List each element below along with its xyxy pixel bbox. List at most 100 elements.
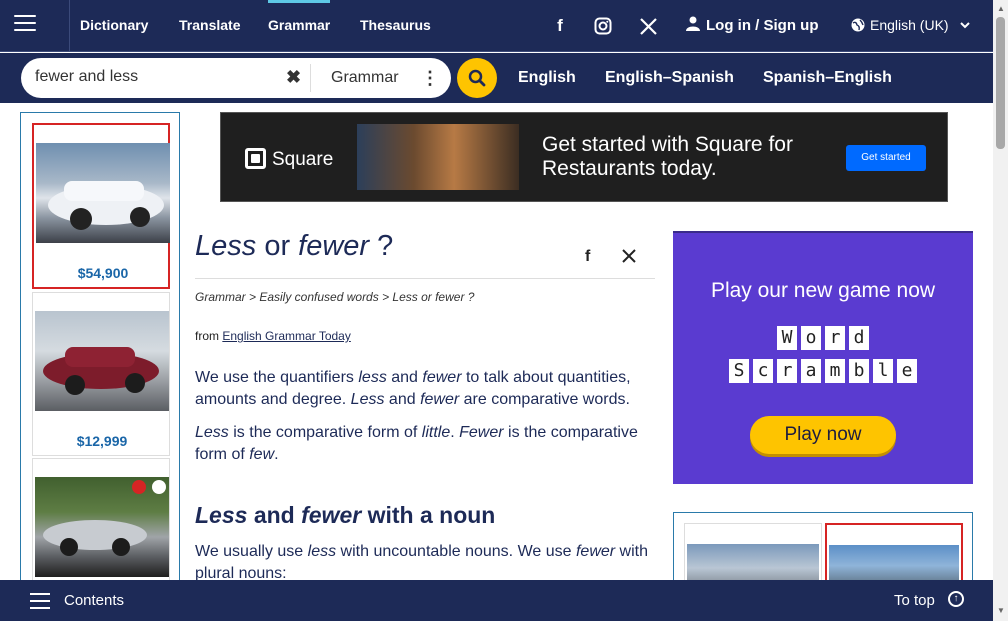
title-divider: [195, 278, 655, 279]
user-icon: [686, 16, 700, 31]
term-fewer: fewer: [301, 502, 362, 528]
car-listing[interactable]: [32, 458, 170, 582]
nav-dictionary[interactable]: Dictionary: [80, 17, 148, 33]
source-line: from English Grammar Today: [195, 329, 351, 343]
play-now-button[interactable]: Play now: [750, 416, 896, 454]
chevron-down-icon: [960, 22, 971, 29]
source-link[interactable]: English Grammar Today: [222, 329, 351, 343]
tab-english[interactable]: English: [518, 69, 576, 87]
car-listing[interactable]: $12,999: [32, 292, 170, 456]
active-nav-indicator: [268, 0, 330, 3]
term-few: few: [249, 446, 275, 463]
text: are comparative words.: [459, 391, 630, 408]
search-divider: [310, 64, 311, 92]
text: .: [450, 424, 460, 441]
clear-search-icon[interactable]: ✖: [286, 67, 301, 88]
tiles-word: Word: [673, 326, 973, 350]
scroll-up-icon[interactable]: ▲: [997, 4, 1005, 13]
text: We usually use: [195, 543, 308, 560]
text: and: [386, 369, 423, 386]
from-prefix: from: [195, 329, 223, 343]
to-top-button[interactable]: To top: [894, 592, 935, 609]
facebook-icon[interactable]: f: [549, 15, 571, 37]
letter-tile: o: [801, 326, 821, 350]
letter-tile: b: [849, 359, 869, 383]
term-fewer: Fewer: [459, 424, 504, 441]
text: and: [247, 502, 302, 528]
restaurant-photo: [357, 124, 519, 190]
arrow-up-icon[interactable]: ↑: [948, 591, 964, 607]
square-logo-icon: [245, 148, 266, 169]
scrollbar-thumb[interactable]: [996, 17, 1005, 149]
term-less: less: [358, 369, 387, 386]
nav-grammar[interactable]: Grammar: [268, 17, 330, 33]
letter-tile: r: [777, 359, 797, 383]
search-row: ✖ Grammar ⋮ English English–Spanish Span…: [0, 53, 993, 103]
car-image: [36, 143, 170, 243]
menu-icon[interactable]: [14, 15, 36, 33]
tiles-scramble: Scramble: [673, 359, 973, 383]
contents-button[interactable]: Contents: [64, 592, 124, 609]
nav-translate[interactable]: Translate: [179, 17, 240, 33]
x-icon[interactable]: [637, 15, 659, 37]
text: with a noun: [361, 502, 496, 528]
square-banner-ad[interactable]: Square Get started with Square for Resta…: [220, 112, 948, 202]
car-image: [35, 477, 169, 577]
paragraph-1: We use the quantifiers less and fewer to…: [195, 367, 650, 411]
language-selector[interactable]: English (UK): [851, 17, 971, 33]
dictionary-select[interactable]: Grammar: [331, 69, 399, 87]
language-label: English (UK): [870, 17, 949, 33]
search-icon: [468, 69, 486, 87]
share-facebook-icon[interactable]: f: [585, 248, 590, 266]
car-listing[interactable]: $54,900: [32, 123, 170, 289]
nav-divider: [69, 0, 70, 52]
globe-icon: [851, 18, 865, 32]
letter-tile: m: [825, 359, 845, 383]
letter-tile: e: [897, 359, 917, 383]
title-word-fewer: fewer: [298, 230, 370, 262]
scrollbar[interactable]: ▲ ▼: [993, 0, 1008, 621]
term-less: Less: [350, 391, 385, 408]
login-link[interactable]: Log in / Sign up: [686, 16, 818, 34]
term-little: little: [421, 424, 451, 441]
text: with uncountable nouns. We use: [336, 543, 576, 560]
letter-tile: W: [777, 326, 797, 350]
scroll-down-icon[interactable]: ▼: [997, 606, 1005, 615]
title-or: or: [256, 230, 299, 262]
term-less: Less: [195, 424, 229, 441]
text: and: [384, 391, 421, 408]
breadcrumb: Grammar > Easily confused words > Less o…: [195, 290, 475, 304]
letter-tile: d: [849, 326, 869, 350]
search-box: ✖ Grammar ⋮: [21, 58, 451, 98]
top-nav: Dictionary Translate Grammar Thesaurus f…: [0, 0, 993, 52]
car-image: [35, 311, 169, 411]
left-car-ad: $54,900 $12,999: [20, 112, 180, 582]
letter-tile: a: [801, 359, 821, 383]
title-question-mark: ?: [369, 230, 394, 262]
tab-english-spanish[interactable]: English–Spanish: [605, 69, 734, 87]
term-less: Less: [195, 502, 248, 528]
bottom-bar: Contents To top ↑: [0, 580, 993, 621]
nav-thesaurus[interactable]: Thesaurus: [360, 17, 431, 33]
term-less: less: [307, 543, 337, 560]
term-fewer: fewer: [420, 391, 460, 408]
search-button[interactable]: [457, 58, 497, 98]
car-price: $54,900: [77, 265, 129, 281]
search-input[interactable]: [35, 68, 285, 86]
word-scramble-ad[interactable]: Play our new game now Word Scramble Play…: [673, 231, 973, 484]
square-logo: Square: [245, 148, 333, 171]
tab-spanish-english[interactable]: Spanish–English: [763, 69, 892, 87]
letter-tile: c: [753, 359, 773, 383]
more-options-icon[interactable]: ⋮: [421, 68, 439, 89]
instagram-icon[interactable]: [592, 15, 614, 37]
term-fewer: fewer: [422, 369, 462, 386]
share-x-icon[interactable]: [622, 249, 636, 268]
letter-tile: S: [729, 359, 749, 383]
game-ad-headline: Play our new game now: [710, 279, 936, 302]
get-started-button[interactable]: Get started: [846, 145, 926, 171]
contents-menu-icon[interactable]: [30, 593, 50, 609]
letter-tile: r: [825, 326, 845, 350]
login-label: Log in / Sign up: [706, 17, 819, 34]
text: is the comparative form of: [228, 424, 422, 441]
term-fewer: fewer: [575, 543, 616, 560]
